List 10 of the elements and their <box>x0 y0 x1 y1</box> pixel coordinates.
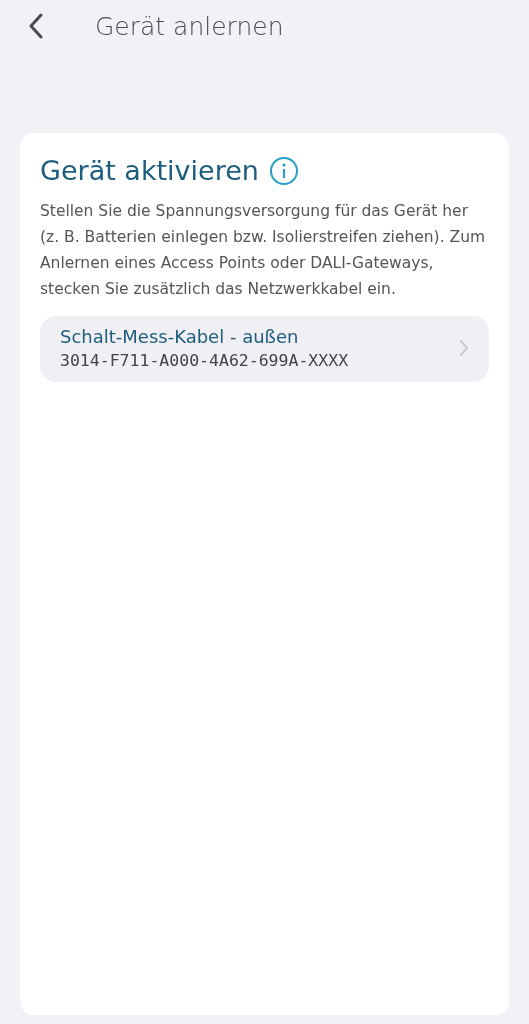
device-name: Schalt-Mess-Kabel - außen <box>60 326 300 347</box>
card-title: Gerät aktivieren <box>40 155 259 186</box>
device-id: 3014-F711-A000-4A62-699A-XXXX <box>60 351 350 370</box>
info-icon[interactable] <box>268 155 299 186</box>
screen-title: Gerät anlernen <box>95 11 284 41</box>
back-icon <box>29 13 43 39</box>
instruction-text: Stellen Sie die Spannungsversorgung für das Gerät her (z. B. Batterien einlegen bzw. Isolierstreifen ziehen). Zum Anlernen eines Access Points oder DALI-Gateways, stecken Sie zusätzlich das Netzwerkkabel ein. <box>40 201 487 300</box>
back-button[interactable] <box>29 13 43 39</box>
device-list-item[interactable]: Schalt-Mess-Kabel - außen 3014-F711-A000-4A62-699A-XXXX <box>40 316 489 382</box>
chevron-icon <box>459 339 469 357</box>
